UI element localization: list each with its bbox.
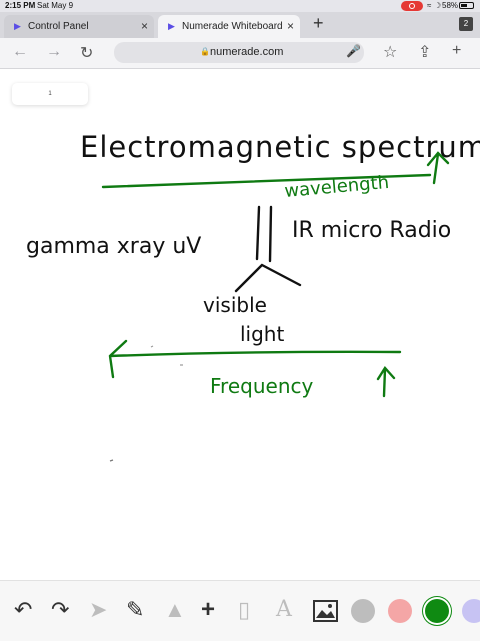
color-swatch-lavender[interactable] — [462, 599, 480, 623]
screen-recording-indicator[interactable] — [401, 1, 423, 11]
status-bar: 2:15 PM Sat May 9 ≈ ☽ 58% — [0, 0, 480, 12]
microphone-icon[interactable]: 🎤 — [346, 44, 361, 58]
address-bar[interactable]: 🔒 numerade.com 🎤 — [114, 42, 364, 63]
add-element-icon[interactable]: + — [201, 598, 215, 622]
ink-right-group: IR micro Radio — [292, 218, 451, 243]
color-swatch-green[interactable] — [425, 599, 449, 623]
add-icon[interactable]: + — [452, 42, 461, 60]
bookmark-star-icon[interactable]: ☆ — [383, 42, 397, 62]
pointer-icon[interactable]: ➤ — [89, 599, 107, 621]
battery-icon — [459, 2, 474, 9]
tab-count-badge[interactable]: 2 — [459, 17, 473, 31]
image-icon[interactable] — [313, 600, 338, 622]
redo-icon[interactable]: ↷ — [51, 599, 69, 621]
tab-numerade-whiteboard[interactable]: ▶ Numerade Whiteboard × — [158, 15, 300, 38]
new-tab-icon[interactable]: + — [313, 13, 324, 34]
ink-visible-line1: visible — [203, 293, 267, 317]
battery-fill — [461, 4, 467, 7]
pen-icon[interactable]: ✎ — [126, 599, 144, 621]
wifi-icon: ≈ — [427, 1, 432, 10]
ink-title: Electromagnetic spectrum — [80, 130, 480, 164]
back-arrow-icon[interactable]: ← — [12, 43, 28, 61]
browser-toolbar: ← → ↻ 🔒 numerade.com 🎤 ☆ ⇪ + — [0, 38, 480, 69]
frequency-arrow — [108, 339, 402, 379]
color-swatch-gray[interactable] — [351, 599, 375, 623]
status-date: Sat May 9 — [37, 1, 74, 10]
text-tool-icon[interactable]: A — [276, 599, 292, 621]
tab-label: Numerade Whiteboard — [182, 21, 283, 32]
undo-icon[interactable]: ↶ — [14, 599, 32, 621]
tab-control-panel[interactable]: ▶ Control Panel × — [4, 15, 154, 38]
battery-percent: 58% — [442, 1, 459, 10]
frequency-up-arrow — [376, 366, 396, 398]
numerade-favicon-icon: ▶ — [14, 21, 21, 31]
share-icon[interactable]: ⇪ — [418, 42, 431, 62]
tab-bar: ▶ Control Panel × ▶ Numerade Whiteboard … — [0, 12, 480, 38]
numerade-favicon-icon: ▶ — [168, 21, 175, 31]
drawing-toolbar: ↶ ↷ ➤ ✎ ▲ + ▯ A — [0, 580, 480, 641]
whiteboard-drawing: Electromagnetic spectrum wavelength gamm… — [26, 130, 480, 462]
eraser-icon[interactable]: ▯ — [238, 599, 250, 621]
reload-icon[interactable]: ↻ — [80, 43, 93, 63]
stray-mark — [150, 345, 154, 348]
ink-visible-line2: light — [240, 322, 284, 346]
visible-branch-lines — [234, 263, 302, 293]
stray-mark — [109, 459, 114, 462]
forward-arrow-icon[interactable]: → — [46, 43, 62, 61]
ink-wavelength: wavelength — [284, 172, 390, 202]
moon-icon: ☽ — [434, 1, 442, 10]
tab-label: Control Panel — [28, 21, 89, 32]
whiteboard-canvas[interactable]: 1 Electromagnetic spectrum wavelength ga… — [0, 69, 480, 580]
color-swatch-pink[interactable] — [388, 599, 412, 623]
divider-lines — [255, 205, 273, 263]
status-time: 2:15 PM — [5, 1, 36, 10]
close-tab-icon[interactable]: × — [141, 19, 148, 33]
record-icon — [409, 3, 415, 9]
ink-frequency: Frequency — [210, 374, 313, 398]
close-tab-icon[interactable]: × — [287, 19, 294, 33]
shapes-icon[interactable]: ▲ — [164, 599, 186, 621]
lock-icon: 🔒 — [200, 47, 210, 56]
ink-left-group: gamma xray uV — [26, 234, 201, 259]
url-text: numerade.com — [210, 46, 284, 58]
